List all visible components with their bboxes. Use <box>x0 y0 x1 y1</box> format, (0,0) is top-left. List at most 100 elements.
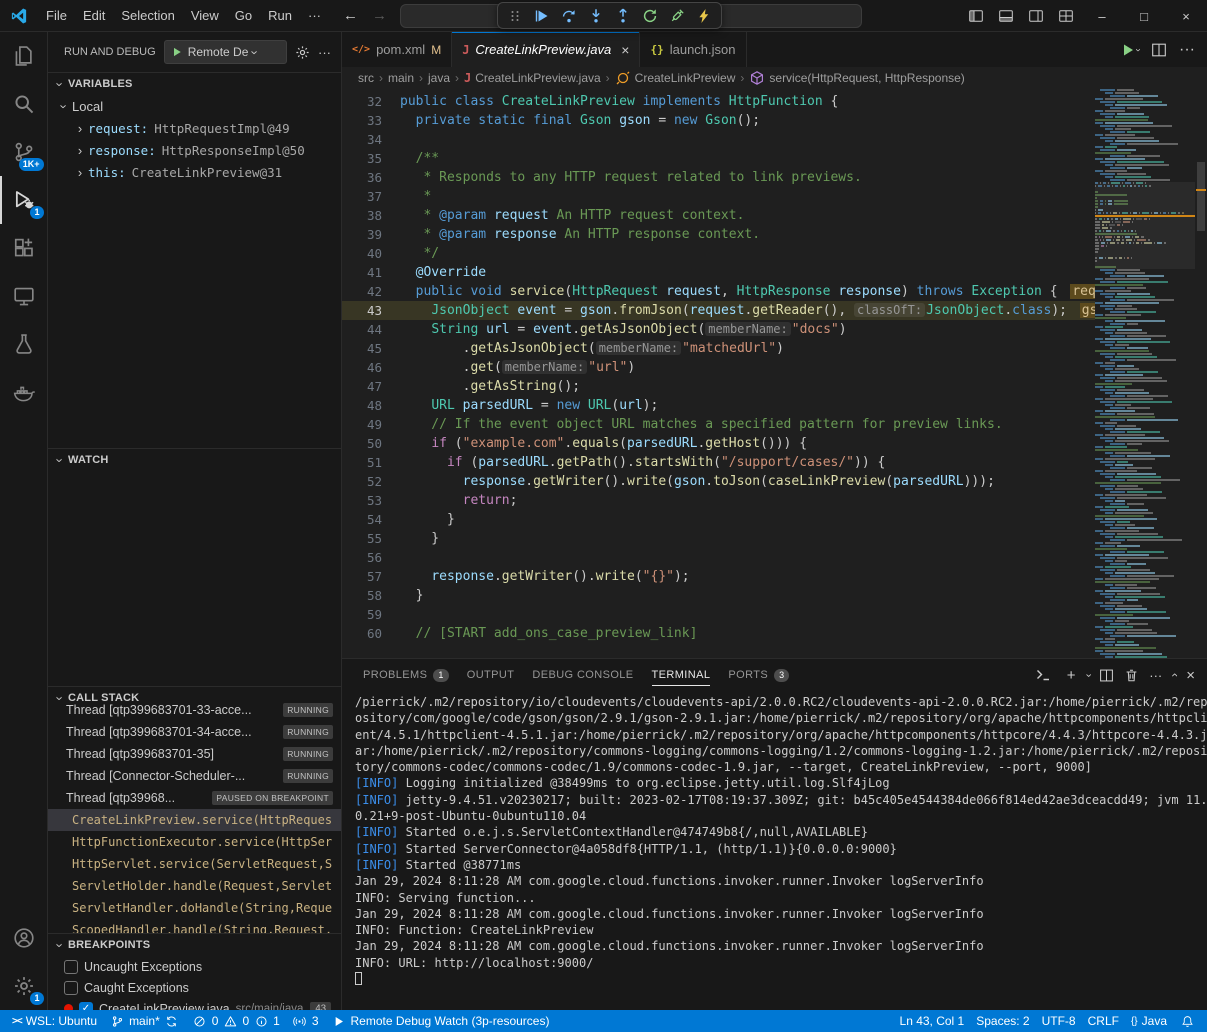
close-tab-icon[interactable]: × <box>621 42 629 58</box>
code-line-53[interactable]: 53 return; <box>342 491 1095 510</box>
breakpoint-checkbox[interactable] <box>64 960 78 974</box>
stack-frame-row[interactable]: HttpFunctionExecutor.service(HttpSer <box>48 831 341 853</box>
stack-frame-row[interactable]: ServletHandler.doHandle(String,Reque <box>48 897 341 919</box>
debug-gear-icon[interactable] <box>295 45 310 60</box>
gutter-line-55[interactable]: 55 <box>342 531 382 546</box>
tab-pom-xml[interactable]: </>pom.xmlM <box>342 32 452 67</box>
status-crlf[interactable]: CRLF <box>1082 1010 1125 1032</box>
gutter-line-56[interactable]: 56 <box>342 550 382 565</box>
breakpoints-section-header[interactable]: ›BREAKPOINTS <box>48 934 341 956</box>
window-maximize-button[interactable]: □ <box>1123 0 1165 32</box>
activity-source-control[interactable]: 1K+ <box>0 128 48 176</box>
activity-settings[interactable]: 1 <box>0 962 48 1010</box>
activity-account[interactable] <box>0 914 48 962</box>
nav-forward-button[interactable]: → <box>372 7 387 24</box>
activity-extensions[interactable] <box>0 224 48 272</box>
gutter-line-52[interactable]: 52 <box>342 474 382 489</box>
status-utf-8[interactable]: UTF-8 <box>1036 1010 1082 1032</box>
split-editor-button[interactable] <box>1151 42 1167 58</box>
thread-row[interactable]: Thread [qtp399683701-33-acce...RUNNING <box>48 699 341 721</box>
code-line-39[interactable]: 39 * @param response An HTTP response co… <box>342 225 1095 244</box>
status-remote-debug-watch-3p-resources[interactable]: Remote Debug Watch (3p-resources) <box>325 1010 556 1032</box>
activity-docker[interactable] <box>0 368 48 416</box>
window-minimize-button[interactable]: – <box>1081 0 1123 32</box>
thread-row[interactable]: Thread [qtp399683701-34-acce...RUNNING <box>48 721 341 743</box>
terminal-instance[interactable] <box>1035 667 1057 683</box>
gutter-line-44[interactable]: 44 <box>342 322 382 337</box>
gutter-line-58[interactable]: 58 <box>342 588 382 603</box>
layout-sidebar-left-button[interactable] <box>961 0 991 32</box>
activity-testing[interactable] <box>0 320 48 368</box>
gutter-line-48[interactable]: 48 <box>342 398 382 413</box>
gutter-line-53[interactable]: 53 <box>342 493 382 508</box>
code-line-36[interactable]: 36 * Responds to any HTTP request relate… <box>342 168 1095 187</box>
debug-disconnect-button[interactable] <box>664 4 690 27</box>
gutter-line-42[interactable]: 42 <box>342 284 382 299</box>
activity-run-and-debug[interactable]: 1 <box>0 176 48 224</box>
stack-frame-row[interactable]: HttpServlet.service(ServletRequest,S <box>48 853 341 875</box>
code-line-55[interactable]: 55 } <box>342 529 1095 548</box>
variable-row[interactable]: ›this:CreateLinkPreview@31 <box>48 161 341 183</box>
tab-launch-json[interactable]: {}launch.json <box>640 32 746 67</box>
code-editor[interactable]: 32public class CreateLinkPreview impleme… <box>342 89 1207 658</box>
scrollbar-thumb[interactable] <box>1197 162 1205 231</box>
terminal-output[interactable]: /pierrick/.m2/repository/io/cloudevents/… <box>342 691 1207 1010</box>
gutter-line-37[interactable]: 37 <box>342 189 382 204</box>
debug-step-out-button[interactable] <box>610 4 636 27</box>
debug-step-over-button[interactable] <box>556 4 582 27</box>
run-java-button[interactable]: › <box>1120 42 1139 58</box>
menu-run[interactable]: Run <box>260 5 300 27</box>
status-ln-43-col-1[interactable]: Ln 43, Col 1 <box>894 1010 971 1032</box>
gutter-line-34[interactable]: 34 <box>342 132 382 147</box>
gutter-line-59[interactable]: 59 <box>342 607 382 622</box>
status-wsl-ubuntu[interactable]: ><WSL: Ubuntu <box>6 1010 103 1032</box>
code-line-43[interactable]: 43 JsonObject event = gson.fromJson(requ… <box>342 301 1095 320</box>
code-line-32[interactable]: 32public class CreateLinkPreview impleme… <box>342 92 1095 111</box>
variable-row[interactable]: ›response:HttpResponseImpl@50 <box>48 139 341 161</box>
gutter-line-60[interactable]: 60 <box>342 626 382 641</box>
debug-hot-code-replace-button[interactable] <box>691 4 717 27</box>
code-line-50[interactable]: 50 if ("example.com".equals(parsedURL.ge… <box>342 434 1095 453</box>
close-panel-button[interactable]: × <box>1186 667 1195 684</box>
code-line-38[interactable]: 38 * @param request An HTTP request cont… <box>342 206 1095 225</box>
variables-section-header[interactable]: ›VARIABLES <box>48 73 341 95</box>
scope-local[interactable]: ›Local <box>48 95 341 117</box>
code-line-47[interactable]: 47 .getAsString(); <box>342 377 1095 396</box>
code-line-49[interactable]: 49 // If the event object URL matches a … <box>342 415 1095 434</box>
minimap[interactable] <box>1095 89 1195 658</box>
gutter-line-33[interactable]: 33 <box>342 113 382 128</box>
debug-restart-button[interactable] <box>637 4 663 27</box>
more-actions-button[interactable]: ··· <box>1179 41 1195 59</box>
breadcrumb-item[interactable]: java <box>428 71 450 85</box>
code-line-54[interactable]: 54 } <box>342 510 1095 529</box>
status-java[interactable]: {}Java <box>1125 1010 1173 1032</box>
panel-tab-problems[interactable]: PROBLEMS1 <box>354 659 458 691</box>
menu-view[interactable]: View <box>183 5 227 27</box>
gutter-line-43[interactable]: 43 <box>342 303 382 318</box>
activity-explorer[interactable] <box>0 32 48 80</box>
breakpoint-checkbox[interactable] <box>64 981 78 995</box>
maximize-panel-button[interactable]: › <box>1168 673 1180 677</box>
panel-more-actions-button[interactable]: ··· <box>1149 668 1162 683</box>
window-close-button[interactable]: × <box>1165 0 1207 32</box>
terminal-dropdown-chevron-icon[interactable]: › <box>1082 673 1093 677</box>
minimap-viewport[interactable] <box>1095 182 1195 269</box>
panel-tab-output[interactable]: OUTPUT <box>458 659 524 691</box>
gutter-line-57[interactable]: 57 <box>342 569 382 584</box>
panel-tab-terminal[interactable]: TERMINAL <box>643 659 720 691</box>
gutter-line-40[interactable]: 40 <box>342 246 382 261</box>
activity-remote-explorer[interactable] <box>0 272 48 320</box>
code-line-58[interactable]: 58 } <box>342 586 1095 605</box>
gutter-line-51[interactable]: 51 <box>342 455 382 470</box>
breadcrumb-item[interactable]: CreateLinkPreview <box>615 70 736 86</box>
code-line-56[interactable]: 56 <box>342 548 1095 567</box>
status-spaces-2[interactable]: Spaces: 2 <box>970 1010 1035 1032</box>
panel-tab-debug-console[interactable]: DEBUG CONSOLE <box>523 659 642 691</box>
panel-tab-ports[interactable]: PORTS3 <box>719 659 798 691</box>
gutter-line-41[interactable]: 41 <box>342 265 382 280</box>
activity-search[interactable] <box>0 80 48 128</box>
menu-edit[interactable]: Edit <box>75 5 113 27</box>
code-line-37[interactable]: 37 * <box>342 187 1095 206</box>
menu-selection[interactable]: Selection <box>113 5 182 27</box>
stack-frame-row[interactable]: CreateLinkPreview.service(HttpReques <box>48 809 341 831</box>
